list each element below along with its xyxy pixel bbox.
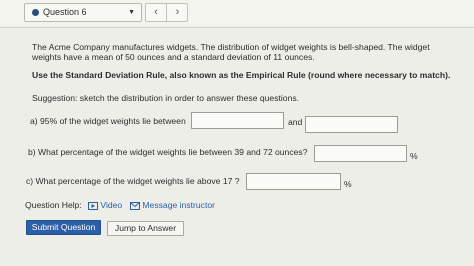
caret-down-icon: ▼	[128, 9, 135, 16]
instruction-text: Use the Standard Deviation Rule, also kn…	[32, 70, 451, 80]
part-c-percent: %	[344, 179, 352, 189]
question-select-label: Question 6	[43, 7, 87, 17]
question-nav: ‹ ›	[145, 3, 188, 22]
question-select[interactable]: Question 6 ▼	[24, 3, 142, 22]
video-icon	[88, 201, 98, 210]
next-question-button[interactable]: ›	[167, 4, 188, 21]
status-dot-icon	[32, 9, 39, 16]
part-a-and-label: and	[288, 117, 303, 127]
message-instructor-label: Message instructor	[142, 200, 215, 210]
question-help-label: Question Help:	[25, 200, 82, 210]
part-c-text: c) What percentage of the widget weights…	[26, 176, 240, 186]
submit-question-button[interactable]: Submit Question	[26, 220, 101, 235]
problem-intro-line-2: weights have a mean of 50 ounces and a s…	[32, 52, 315, 62]
video-link-label: Video	[100, 200, 123, 210]
part-a-lower-input[interactable]	[191, 112, 284, 129]
part-b-percent: %	[410, 151, 418, 161]
toolbar-divider	[0, 27, 474, 28]
part-b-input[interactable]	[314, 145, 407, 162]
previous-question-button[interactable]: ‹	[146, 4, 167, 21]
question-toolbar: Question 6 ▼ ‹ ›	[0, 0, 474, 26]
envelope-icon	[130, 201, 140, 210]
part-a-text: a) 95% of the widget weights lie between	[30, 116, 186, 126]
part-b-text: b) What percentage of the widget weights…	[28, 147, 308, 157]
message-instructor-link[interactable]: Message instructor	[130, 200, 215, 210]
problem-intro-line-1: The Acme Company manufactures widgets. T…	[32, 42, 430, 52]
jump-to-answer-button[interactable]: Jump to Answer	[107, 221, 184, 236]
suggestion-text: Suggestion: sketch the distribution in o…	[32, 93, 300, 103]
video-link[interactable]: Video	[88, 200, 122, 210]
part-a-upper-input[interactable]	[305, 116, 398, 133]
part-c-input[interactable]	[246, 173, 341, 190]
